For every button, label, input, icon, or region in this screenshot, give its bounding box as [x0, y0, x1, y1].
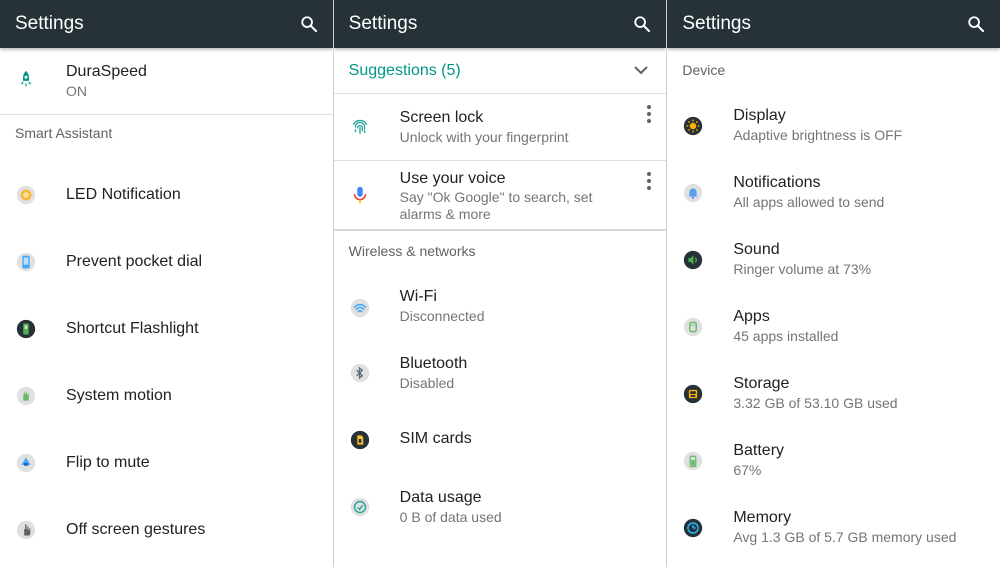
item-title: Prevent pocket dial [66, 253, 203, 270]
settings-item-flip-to-mute[interactable]: Flip to mute [0, 429, 333, 496]
settings-item-battery[interactable]: Battery 67% [667, 427, 1000, 494]
item-subtitle: 3.32 GB of 53.10 GB used [733, 395, 898, 411]
item-title: System motion [66, 387, 172, 404]
speaker-icon [681, 248, 705, 272]
sim-card-icon [348, 428, 372, 452]
bluetooth-icon [348, 361, 372, 385]
item-title: Off screen gestures [66, 521, 206, 538]
settings-item-sound[interactable]: Sound Ringer volume at 73% [667, 226, 1000, 293]
suggestions-toggle[interactable]: Suggestions (5) [334, 48, 667, 93]
settings-item-apps[interactable]: Apps 45 apps installed [667, 293, 1000, 360]
microphone-icon [348, 183, 372, 207]
settings-item-storage[interactable]: Storage 3.32 GB of 53.10 GB used [667, 360, 1000, 427]
pocket-phone-icon [14, 250, 38, 274]
flip-phone-icon [14, 451, 38, 475]
item-title: Notifications [733, 174, 821, 191]
app-bar: Settings [333, 0, 667, 48]
item-title: Apps [733, 308, 770, 325]
item-title: Sound [733, 241, 780, 258]
battery-icon [681, 449, 705, 473]
more-options-icon[interactable] [646, 105, 652, 123]
suggestion-screen-lock[interactable]: Screen lock Unlock with your fingerprint [334, 94, 667, 160]
settings-item-off-screen-gestures[interactable]: Off screen gestures [0, 496, 333, 563]
wifi-icon [348, 296, 372, 320]
item-title: Shortcut Flashlight [66, 320, 199, 337]
search-icon[interactable] [966, 14, 986, 34]
bell-icon [681, 181, 705, 205]
led-icon [14, 183, 38, 207]
settings-panel-3: Settings Device Display Adaptive brightn… [666, 0, 1000, 567]
settings-item-bluetooth[interactable]: Bluetooth Disabled [334, 340, 667, 407]
search-icon[interactable] [632, 14, 652, 34]
item-title: Wi-Fi [399, 288, 437, 305]
data-usage-icon [348, 495, 372, 519]
item-subtitle: Adaptive brightness is OFF [733, 127, 903, 143]
fingerprint-icon [348, 115, 372, 139]
memory-clock-icon [681, 516, 705, 540]
item-title: LED Notification [66, 186, 181, 203]
settings-item-display[interactable]: Display Adaptive brightness is OFF [667, 92, 1000, 159]
app-bar-title: Settings [15, 13, 84, 34]
item-title: DuraSpeed [66, 63, 147, 80]
item-subtitle: 67% [733, 462, 762, 478]
item-title: Screen lock [399, 109, 484, 126]
item-subtitle: 45 apps installed [733, 328, 839, 344]
settings-panel-2: Settings Suggestions (5) Screen lock Unl… [332, 0, 667, 567]
hand-motion-icon [14, 384, 38, 408]
app-bar: Settings [667, 0, 1000, 48]
suggestion-use-your-voice[interactable]: Use your voice Say "Ok Google" to search… [334, 161, 667, 229]
item-title: Data usage [399, 489, 482, 506]
settings-item-duraspeed[interactable]: DuraSpeed ON [0, 48, 333, 114]
item-subtitle: Avg 1.3 GB of 5.7 GB memory used [733, 529, 957, 545]
item-subtitle: Ringer volume at 73% [733, 261, 872, 277]
settings-item-notifications[interactable]: Notifications All apps allowed to send [667, 159, 1000, 226]
suggestions-label: Suggestions (5) [348, 61, 461, 79]
settings-item-data-usage[interactable]: Data usage 0 B of data used [334, 474, 667, 541]
settings-item-wifi[interactable]: Wi-Fi Disconnected [334, 273, 667, 340]
item-title: Battery [733, 442, 785, 459]
item-subtitle: ON [66, 83, 87, 99]
brightness-icon [681, 114, 705, 138]
rocket-icon [14, 68, 38, 92]
more-options-icon[interactable] [646, 172, 652, 190]
item-title: SIM cards [399, 430, 472, 447]
app-bar-title: Settings [348, 13, 418, 34]
item-title: Memory [733, 509, 792, 526]
item-title: Use your voice [399, 170, 506, 187]
item-subtitle: Disabled [399, 375, 455, 391]
item-subtitle: Say "Ok Google" to search, set alarms & … [399, 189, 593, 222]
gesture-hand-icon [14, 518, 38, 542]
app-bar-title: Settings [682, 13, 751, 34]
settings-item-sim-cards[interactable]: SIM cards [334, 407, 667, 474]
item-title: Display [733, 107, 786, 124]
settings-item-prevent-pocket-dial[interactable]: Prevent pocket dial [0, 228, 333, 295]
item-subtitle: All apps allowed to send [733, 194, 885, 210]
android-icon [681, 315, 705, 339]
section-header: Wireless & networks [348, 243, 476, 259]
settings-item-shortcut-flashlight[interactable]: Shortcut Flashlight [0, 295, 333, 362]
settings-item-led-notification[interactable]: LED Notification [0, 161, 333, 228]
flashlight-icon [14, 317, 38, 341]
settings-item-system-motion[interactable]: System motion [0, 362, 333, 429]
item-title: Storage [733, 375, 790, 392]
item-subtitle: Unlock with your fingerprint [399, 129, 569, 145]
storage-icon [681, 382, 705, 406]
app-bar: Settings [0, 0, 333, 48]
chevron-down-icon [634, 62, 649, 80]
item-title: Flip to mute [66, 454, 150, 471]
search-icon[interactable] [299, 14, 319, 34]
section-header: Device [682, 62, 726, 78]
section-header: Smart Assistant [15, 125, 113, 141]
settings-item-memory[interactable]: Memory Avg 1.3 GB of 5.7 GB memory used [667, 494, 1000, 561]
item-subtitle: 0 B of data used [399, 509, 502, 525]
settings-panel-1: Settings DuraSpeed ON Smart Assistant LE… [0, 0, 333, 567]
item-subtitle: Disconnected [399, 308, 485, 324]
item-title: Bluetooth [399, 355, 468, 372]
